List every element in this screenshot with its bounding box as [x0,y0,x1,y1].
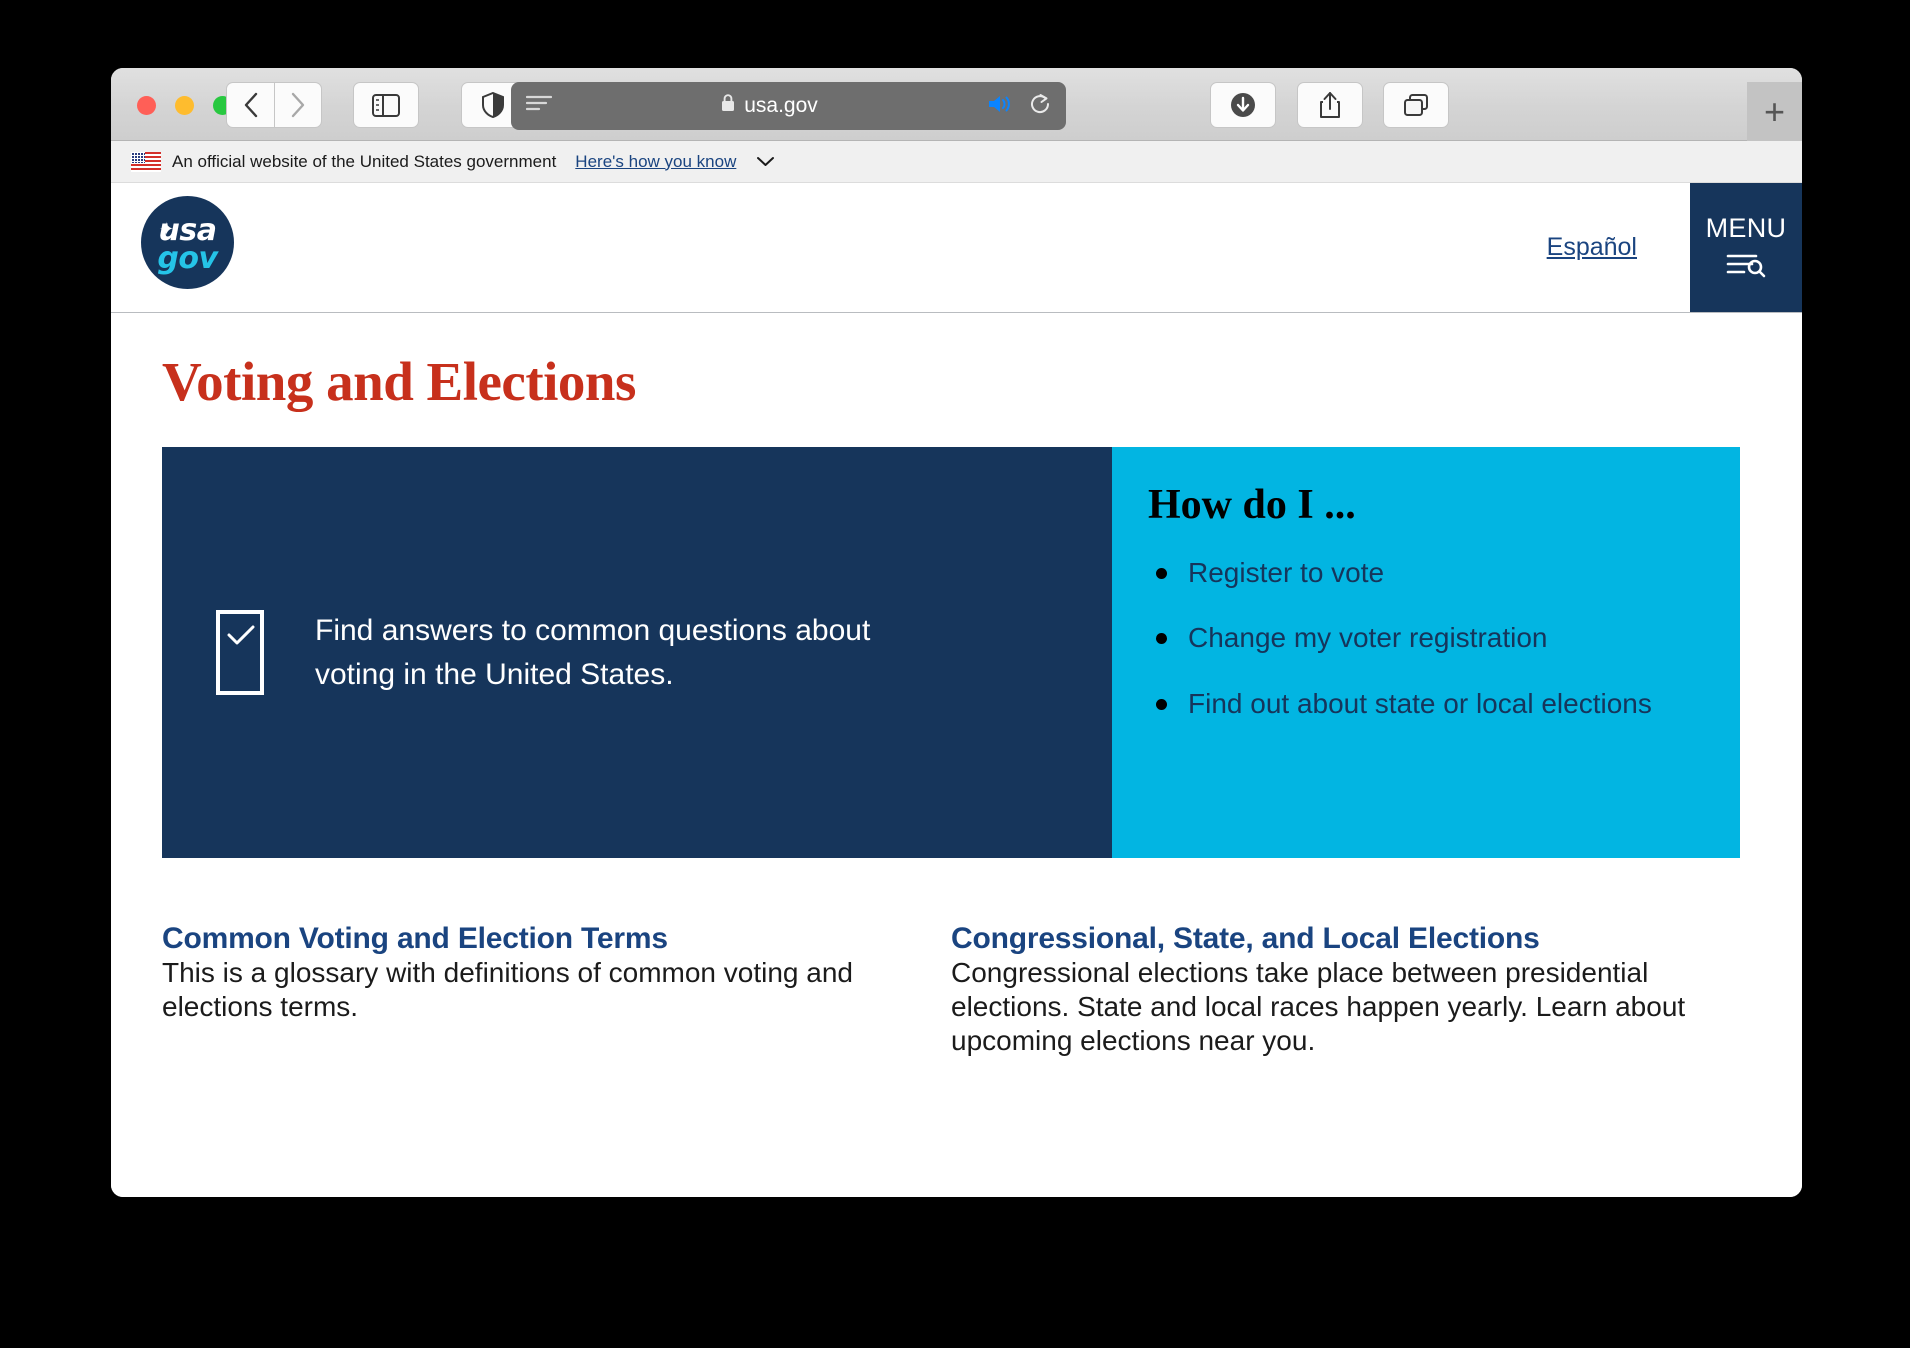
main-content: Voting and Elections Find answers to com… [111,350,1802,1197]
card-title-link[interactable]: Congressional, State, and Local Election… [951,922,1540,955]
tab-overview-button[interactable] [1383,82,1449,128]
reload-icon[interactable] [1029,93,1051,120]
download-icon [1231,93,1255,117]
gov-banner: An official website of the United States… [111,141,1802,183]
hero-section: Find answers to common questions about v… [162,447,1740,858]
site-header: ✦ usa gov Español MENU [111,183,1802,313]
audio-playing-icon[interactable] [987,93,1013,120]
star-icon: ✦ [159,219,175,239]
tab-overview-icon [1404,94,1428,116]
reader-view-icon[interactable] [525,94,553,119]
espanol-link[interactable]: Español [1547,233,1637,262]
how-do-i-panel: How do I ... Register to vote Change my … [1112,447,1740,858]
list-item[interactable]: Change my voter registration [1148,620,1696,655]
forward-chevron-icon [291,92,305,118]
hero-description: Find answers to common questions about v… [315,613,871,691]
lock-icon [721,94,735,118]
share-icon [1320,92,1340,118]
list-item[interactable]: Find out about state or local elections [1148,686,1696,721]
ballot-check-icon [216,610,264,695]
browser-window: usa.gov + An official website of the Uni… [111,68,1802,1197]
gov-banner-text: An official website of the United States… [172,151,557,171]
menu-button-label: MENU [1705,212,1787,243]
page-title: Voting and Elections [162,351,636,412]
menu-button[interactable]: MENU [1690,183,1802,312]
back-button[interactable] [226,82,274,128]
logo-gov-text: gov [157,240,218,276]
us-flag-icon [131,151,161,172]
hero-left-panel: Find answers to common questions about v… [162,447,1112,858]
browser-toolbar: usa.gov + [111,68,1802,141]
privacy-shield-icon [482,92,504,118]
sidebar-toggle-icon [372,93,400,117]
downloads-button[interactable] [1210,82,1276,128]
list-item[interactable]: Register to vote [1148,555,1696,590]
chevron-down-icon[interactable] [757,154,775,170]
menu-search-icon [1726,252,1766,283]
new-tab-button[interactable]: + [1747,82,1802,141]
card-title-link[interactable]: Common Voting and Election Terms [162,922,668,955]
window-controls [137,96,232,115]
back-chevron-icon [244,92,257,118]
heres-how-you-know-link[interactable]: Here's how you know [575,152,736,172]
url-text: usa.gov [744,94,818,117]
address-bar[interactable]: usa.gov [511,82,1066,130]
usagov-logo[interactable]: ✦ usa gov [141,196,234,289]
how-do-i-list: Register to vote Change my voter registr… [1148,555,1696,721]
minimize-window-button[interactable] [175,96,194,115]
card-common-voting-terms: Common Voting and Election Terms This is… [162,922,951,1058]
forward-button[interactable] [274,82,322,128]
sidebar-toggle-button[interactable] [353,82,419,128]
share-button[interactable] [1297,82,1363,128]
cards-section: Common Voting and Election Terms This is… [162,922,1740,1058]
card-body: Congressional elections take place betwe… [951,957,1686,1057]
card-congressional-state-local: Congressional, State, and Local Election… [951,922,1740,1058]
card-body: This is a glossary with definitions of c… [162,957,853,1023]
how-do-i-title: How do I ... [1148,482,1356,528]
close-window-button[interactable] [137,96,156,115]
